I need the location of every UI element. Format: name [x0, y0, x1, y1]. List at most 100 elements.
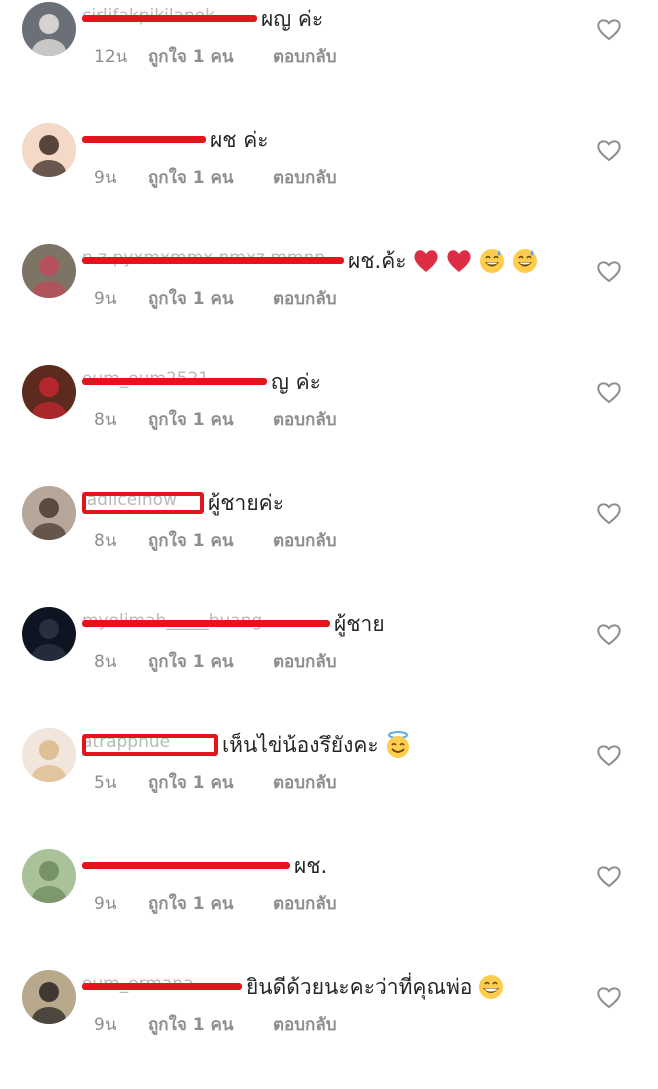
comment-meta: 9น ถูกใจ 1 คน ตอบกลับ [94, 890, 337, 917]
username-redacted[interactable]: myolimah_____buang [82, 611, 330, 637]
heart-outline-icon[interactable] [596, 259, 622, 283]
redaction-mark [82, 136, 206, 143]
comment-text: ผช ค่ะ [210, 127, 269, 152]
comment-body: oum_oum2521ญ ค่ะ [82, 365, 321, 399]
comment-time: 9น [94, 168, 117, 188]
comment-body: ผช ค่ะ [82, 123, 269, 157]
comment-text: ผู้ชาย [334, 611, 385, 636]
avatar[interactable] [22, 244, 76, 298]
username-redacted[interactable] [82, 127, 206, 153]
like-count-link[interactable]: ถูกใจ 1 คน [148, 769, 273, 796]
comment-row: oum_ormanaยินดีด้วยนะคะว่าที่คุณพ่อ 9น ถูก… [0, 968, 658, 1089]
comment-time: 9น [94, 289, 117, 309]
comment-row: oum_oum2521ญ ค่ะ 8น ถูกใจ 1 คนตอบกลับ [0, 363, 658, 484]
comment-text: ผญ ค่ะ [261, 6, 324, 31]
comment-row: ผช. 9น ถูกใจ 1 คน ตอบกลับ [0, 847, 658, 968]
comment-text: ผู้ชายค่ะ [208, 490, 284, 515]
comment-text: ผช. [294, 853, 328, 878]
redaction-mark [82, 257, 344, 264]
avatar[interactable] [22, 123, 76, 177]
username-redacted[interactable]: atrappnue [82, 732, 218, 758]
reply-button[interactable]: ตอบกลับ [273, 164, 337, 191]
comment-meta: 8น ถูกใจ 1 คน ตอบกลับ [94, 406, 337, 433]
comment-meta: 12น ถูกใจ 1 คน ตอบกลับ [94, 43, 337, 70]
username-redacted[interactable] [82, 853, 290, 879]
like-count-link[interactable]: ถูกใจ 1 คน [148, 1011, 273, 1038]
redaction-mark [82, 862, 290, 869]
redaction-mark [82, 734, 218, 756]
comment-time: 9น [94, 1015, 117, 1035]
comment-list: cirlifakpikilanokผญ ค่ะ12นถูกใจ 1 คนตอบก… [0, 0, 658, 1035]
heart-outline-icon[interactable] [596, 985, 622, 1009]
comment-body: cirlifakpikilanokผญ ค่ะ [82, 2, 323, 36]
comment-meta: 9น ถูกใจ 1 คน ตอบกลับ [94, 164, 337, 191]
comment-meta: 8น ถูกใจ 1 คน ตอบกลับ [94, 648, 337, 675]
heart-outline-icon[interactable] [596, 380, 622, 404]
comment-text: ผช.ค้ะ [348, 248, 407, 273]
comment-text: ญ ค่ะ [271, 369, 321, 394]
username-redacted[interactable]: n.z.pyxmxmmx.nmxz.mmnn [82, 248, 344, 274]
avatar[interactable] [22, 849, 76, 903]
like-count-link[interactable]: ถูกใจ 1 คน [148, 527, 273, 554]
comment-row: ผช ค่ะ 9น ถูกใจ 1 คน ตอบกลับ [0, 121, 658, 242]
avatar[interactable] [22, 970, 76, 1024]
heart-outline-icon[interactable] [596, 501, 622, 525]
reply-button[interactable]: ตอบกลับ [273, 406, 337, 433]
comment-body: ผช. [82, 849, 327, 883]
comment-row: cirlifakpikilanokผญ ค่ะ 12น ถูกใจ 1 คนตอบก… [0, 0, 658, 121]
reply-button[interactable]: ตอบกลับ [273, 43, 337, 70]
comment-row: myolimah_____buangผู้ชาย 8น ถูกใจ 1 คนตอบก… [0, 605, 658, 726]
comment-body: atrappnue เห็นไข่น้องรึยังคะ [82, 728, 412, 762]
redaction-mark [82, 15, 257, 22]
grinning-sweat-emoji [478, 247, 506, 275]
avatar[interactable] [22, 486, 76, 540]
redaction-mark [82, 983, 242, 990]
username-redacted[interactable]: cirlifakpikilanok [82, 6, 257, 32]
red-heart-emoji [412, 247, 440, 275]
comment-text: ยินดีด้วยนะคะว่าที่คุณพ่อ [246, 974, 473, 999]
smiling-halo-emoji [384, 731, 412, 759]
avatar[interactable] [22, 2, 76, 56]
red-heart-emoji [445, 247, 473, 275]
heart-outline-icon[interactable] [596, 622, 622, 646]
comment-time: 8น [94, 652, 117, 672]
username-redacted[interactable]: oum_ormana [82, 974, 242, 1000]
username-redacted[interactable]: ladiicelnow [82, 490, 204, 516]
comment-body: ladiicelnow ผู้ชายค่ะ [82, 486, 284, 520]
redaction-mark [82, 378, 267, 385]
redaction-mark [82, 492, 204, 514]
like-count-link[interactable]: ถูกใจ 1 คน [148, 164, 273, 191]
reply-button[interactable]: ตอบกลับ [273, 527, 337, 554]
reply-button[interactable]: ตอบกลับ [273, 769, 337, 796]
comment-row: n.z.pyxmxmmx.nmxz.mmnnผช.ค้ะ 9น ถูกใจ 1 คน… [0, 242, 658, 363]
username-redacted[interactable]: oum_oum2521 [82, 369, 267, 395]
comment-meta: 8น ถูกใจ 1 คน ตอบกลับ [94, 527, 337, 554]
comment-row: atrappnue เห็นไข่น้องรึยังคะ 5น ถูกใจ 1 คนต… [0, 726, 658, 847]
comment-time: 12น [94, 47, 128, 67]
reply-button[interactable]: ตอบกลับ [273, 1011, 337, 1038]
like-count-link[interactable]: ถูกใจ 1 คน [148, 43, 273, 70]
reply-button[interactable]: ตอบกลับ [273, 648, 337, 675]
comment-meta: 5น ถูกใจ 1 คน ตอบกลับ [94, 769, 337, 796]
reply-button[interactable]: ตอบกลับ [273, 890, 337, 917]
comment-row: ladiicelnow ผู้ชายค่ะ 8น ถูกใจ 1 คน ตอบกลับ [0, 484, 658, 605]
heart-outline-icon[interactable] [596, 17, 622, 41]
heart-outline-icon[interactable] [596, 743, 622, 767]
heart-outline-icon[interactable] [596, 864, 622, 888]
like-count-link[interactable]: ถูกใจ 1 คน [148, 285, 273, 312]
comment-body: oum_ormanaยินดีด้วยนะคะว่าที่คุณพ่อ [82, 970, 505, 1004]
like-count-link[interactable]: ถูกใจ 1 คน [148, 648, 273, 675]
comment-time: 5น [94, 773, 117, 793]
avatar[interactable] [22, 728, 76, 782]
like-count-link[interactable]: ถูกใจ 1 คน [148, 890, 273, 917]
heart-outline-icon[interactable] [596, 138, 622, 162]
avatar[interactable] [22, 607, 76, 661]
comment-body: myolimah_____buangผู้ชาย [82, 607, 385, 641]
comment-time: 8น [94, 531, 117, 551]
avatar[interactable] [22, 365, 76, 419]
grinning-sweat-emoji [511, 247, 539, 275]
reply-button[interactable]: ตอบกลับ [273, 285, 337, 312]
comment-time: 8น [94, 410, 117, 430]
like-count-link[interactable]: ถูกใจ 1 คน [148, 406, 273, 433]
comment-meta: 9น ถูกใจ 1 คน ตอบกลับ [94, 1011, 337, 1038]
